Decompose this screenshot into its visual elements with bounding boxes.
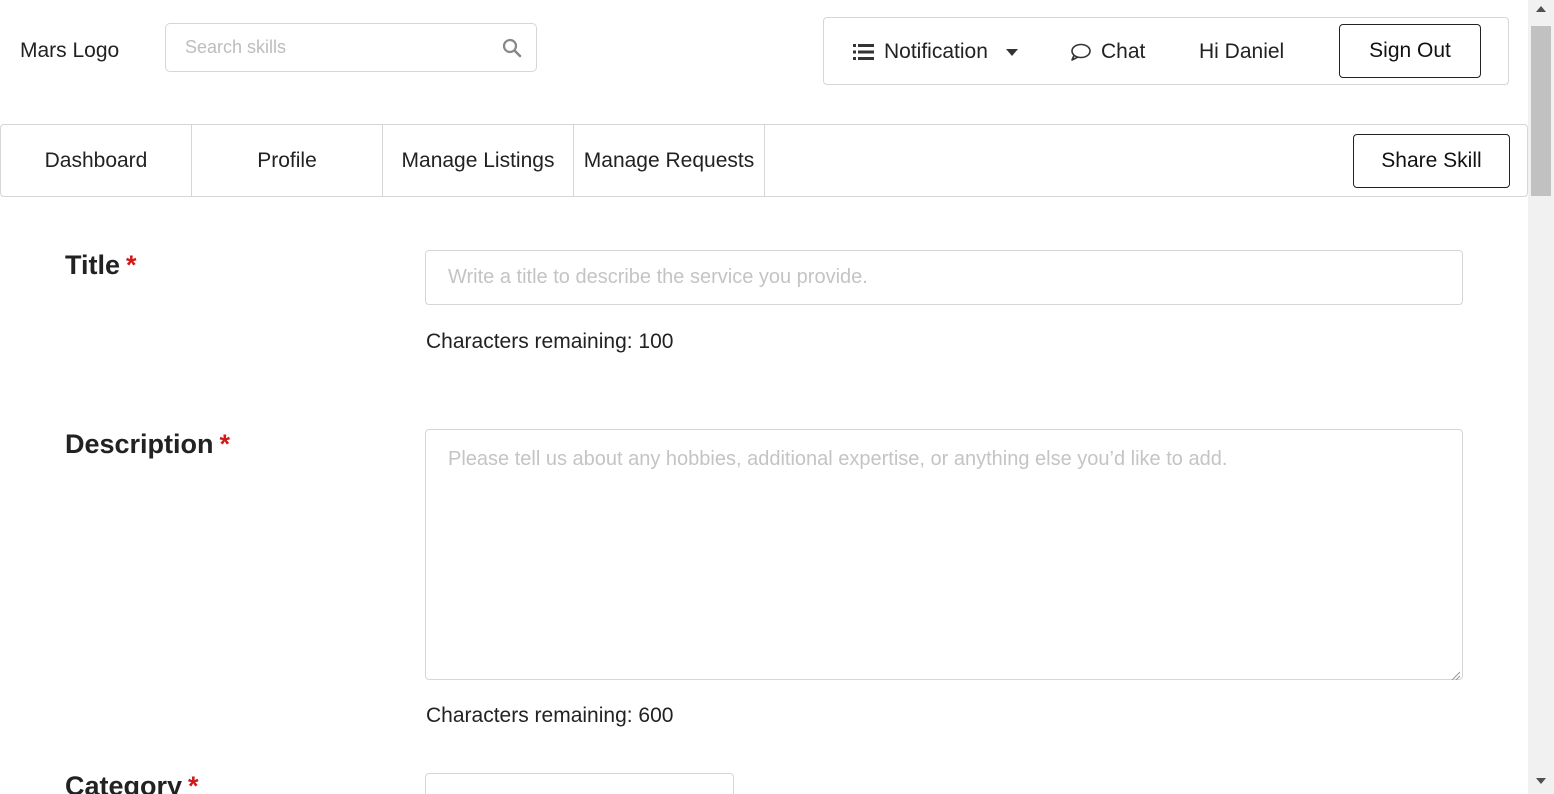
description-field bbox=[425, 429, 1463, 681]
required-marker: * bbox=[126, 250, 137, 280]
tab-manage-listings[interactable]: Manage Listings bbox=[383, 125, 574, 196]
resize-grip-icon[interactable] bbox=[1450, 667, 1461, 681]
title-field bbox=[425, 250, 1463, 305]
description-char-counter: Characters remaining: 600 bbox=[426, 704, 674, 727]
scrollbar-thumb[interactable] bbox=[1531, 26, 1551, 196]
title-char-counter: Characters remaining: 100 bbox=[426, 330, 674, 353]
tab-profile[interactable]: Profile bbox=[192, 125, 383, 196]
share-skill-button[interactable]: Share Skill bbox=[1353, 134, 1510, 188]
caret-down-icon bbox=[1005, 48, 1018, 56]
chat-link[interactable]: Chat bbox=[1070, 40, 1145, 64]
sign-out-button[interactable]: Sign Out bbox=[1339, 24, 1481, 78]
category-label-text: Category bbox=[65, 771, 183, 794]
search-box bbox=[165, 23, 537, 72]
scroll-down-arrow-icon[interactable] bbox=[1536, 778, 1546, 784]
description-label: Description * bbox=[65, 429, 230, 460]
tab-manage-requests[interactable]: Manage Requests bbox=[574, 125, 765, 196]
mars-logo[interactable]: Mars Logo bbox=[20, 39, 119, 63]
description-label-text: Description bbox=[65, 429, 214, 459]
notification-dropdown[interactable]: Notification bbox=[853, 40, 1018, 64]
search-input[interactable] bbox=[185, 32, 485, 62]
user-greeting[interactable]: Hi Daniel bbox=[1199, 40, 1284, 64]
list-icon bbox=[853, 44, 874, 60]
required-marker: * bbox=[188, 771, 199, 794]
tab-dashboard[interactable]: Dashboard bbox=[1, 125, 192, 196]
chat-label: Chat bbox=[1101, 40, 1146, 63]
required-marker: * bbox=[219, 429, 231, 459]
title-input[interactable] bbox=[426, 251, 1462, 304]
search-icon[interactable] bbox=[502, 38, 522, 58]
category-label: Category * bbox=[65, 771, 199, 794]
category-select[interactable] bbox=[425, 773, 734, 794]
scroll-up-arrow-icon[interactable] bbox=[1536, 6, 1546, 12]
title-label: Title * bbox=[65, 250, 137, 281]
main-tabs: Dashboard Profile Manage Listings Manage… bbox=[0, 124, 1528, 197]
notification-label: Notification bbox=[884, 40, 988, 63]
top-menu: Notification Chat Hi Daniel Sign Out bbox=[823, 17, 1509, 85]
page: Mars Logo Notification bbox=[0, 0, 1528, 794]
page-scrollbar[interactable] bbox=[1528, 0, 1554, 794]
title-label-text: Title bbox=[65, 250, 121, 280]
chat-bubble-icon bbox=[1070, 43, 1091, 61]
description-textarea[interactable] bbox=[426, 430, 1462, 679]
